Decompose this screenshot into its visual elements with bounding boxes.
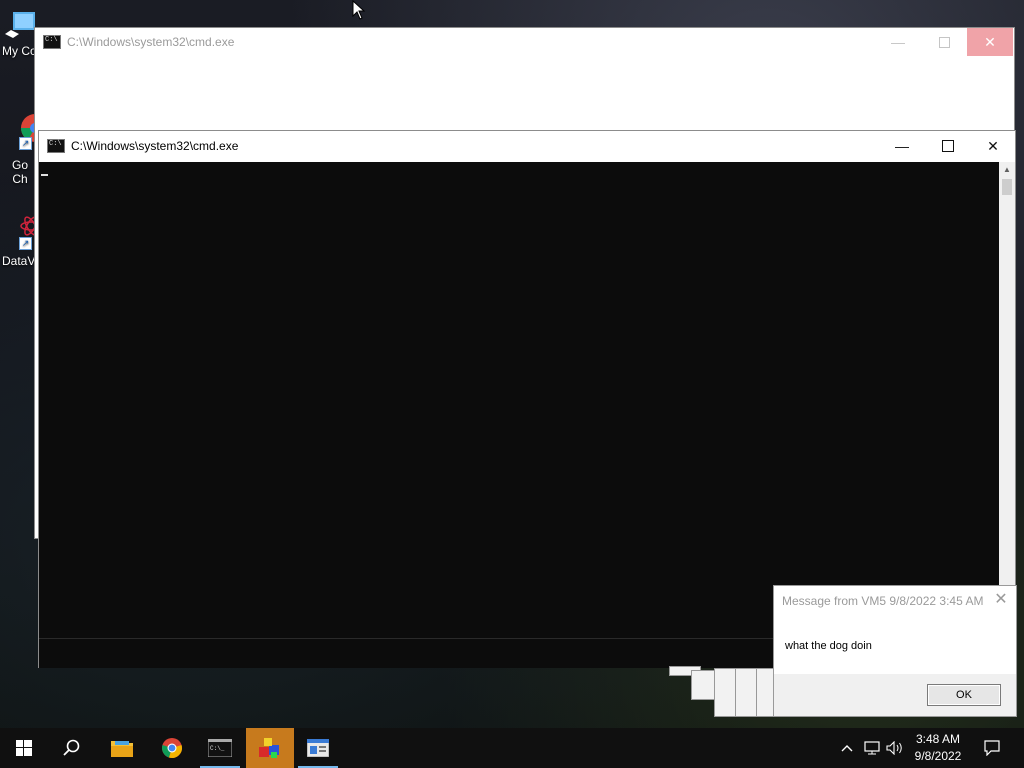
scroll-up-arrow-icon[interactable]: ▲: [999, 162, 1015, 178]
ok-button[interactable]: OK: [927, 684, 1001, 706]
window-title: C:\Windows\system32\cmd.exe: [67, 35, 235, 49]
chrome-icon: ↗: [5, 108, 49, 150]
close-button[interactable]: ✕: [967, 28, 1013, 56]
window-titlebar[interactable]: C:\Windows\system32\cmd.exe — ✕: [39, 131, 1015, 161]
close-button[interactable]: ✕: [970, 131, 1016, 161]
close-icon[interactable]: ✕: [990, 588, 1012, 612]
cmd-icon: [43, 35, 61, 49]
cmd-icon: C:\_: [208, 739, 232, 757]
clock-time: 3:48 AM: [915, 732, 961, 746]
taskbar-chrome[interactable]: [148, 728, 196, 768]
window-title: C:\Windows\system32\cmd.exe: [71, 139, 239, 153]
network-icon[interactable]: [860, 728, 884, 768]
console-area[interactable]: [39, 162, 999, 638]
search-icon: [63, 739, 80, 756]
message-dialog[interactable]: Message from VM5 9/8/2022 3:45 AM ✕ what…: [773, 585, 1017, 717]
cmd-icon: [47, 139, 65, 153]
action-center-button[interactable]: [980, 728, 1004, 768]
app-blocks-icon: [259, 738, 279, 758]
msg-window-icon: [307, 739, 329, 757]
taskbar-file-explorer[interactable]: [98, 728, 146, 768]
scroll-thumb[interactable]: [1002, 179, 1012, 195]
dialog-title: Message from VM5 9/8/2022 3:45 AM: [782, 594, 984, 608]
this-pc-icon: [5, 12, 35, 40]
taskbar-clock[interactable]: 3:48 AM 9/8/2022: [902, 731, 974, 765]
chevron-up-icon[interactable]: [835, 728, 859, 768]
chrome-icon: [162, 738, 182, 758]
minimize-button[interactable]: —: [879, 131, 925, 161]
dialog-footer: OK: [774, 674, 1016, 716]
text-cursor: [41, 174, 48, 176]
notification-icon: [984, 740, 1000, 756]
taskbar: C:\_ 3:48 AM 9/8/2022: [0, 728, 1024, 768]
taskbar-cmd[interactable]: C:\_: [196, 728, 244, 768]
taskbar-message-window[interactable]: [294, 728, 342, 768]
maximize-button[interactable]: [925, 131, 971, 161]
file-explorer-icon: [111, 741, 133, 757]
window-titlebar[interactable]: C:\Windows\system32\cmd.exe — ✕: [35, 28, 1014, 56]
shortcut-arrow-icon: ↗: [19, 237, 32, 250]
datav-icon: ↗: [5, 208, 42, 250]
dialog-message: what the dog doin: [785, 640, 872, 652]
shortcut-arrow-icon: ↗: [19, 137, 32, 150]
taskbar-active-app[interactable]: [246, 728, 294, 768]
minimize-button[interactable]: —: [875, 28, 921, 56]
search-button[interactable]: [48, 728, 96, 768]
maximize-button[interactable]: [921, 28, 967, 56]
clock-date: 9/8/2022: [914, 749, 962, 763]
windows-start-icon: [16, 740, 32, 756]
start-button[interactable]: [0, 728, 48, 768]
svg-text:C:\_: C:\_: [210, 745, 225, 752]
